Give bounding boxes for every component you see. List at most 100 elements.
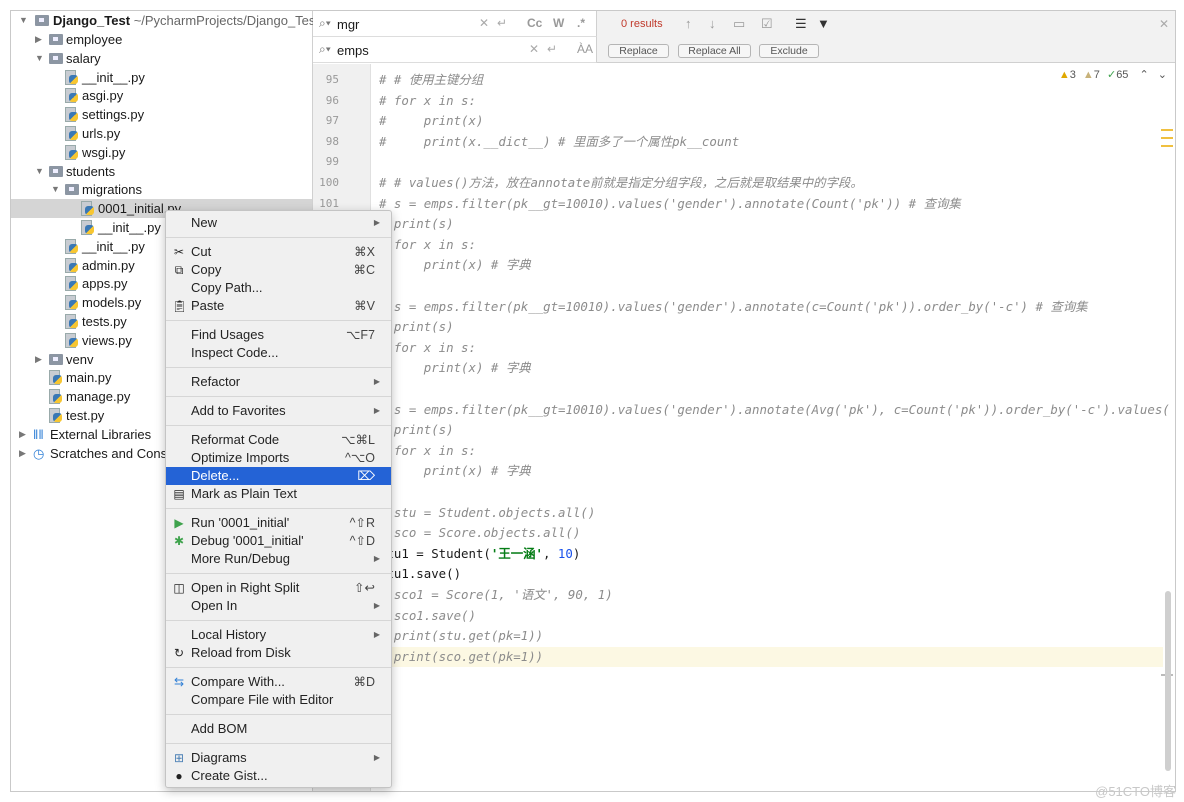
code-line[interactable]: # s = emps.filter(pk__gt=10010).values('… (371, 297, 1163, 318)
tree-item[interactable]: ▶ employee (11, 30, 312, 49)
menu-item-open-in-right-split[interactable]: ◫ Open in Right Split ⇧↩ (166, 579, 391, 597)
code-line[interactable]: # # 使用主键分组 (371, 70, 1163, 91)
chevron-down-icon[interactable]: ▼ (35, 162, 44, 181)
chevron-down-icon[interactable]: ▼ (19, 11, 28, 30)
code-line[interactable]: # print(x) (371, 111, 1163, 132)
code-line[interactable]: # sco1.save() (371, 606, 1163, 627)
find-input[interactable]: mgr (337, 17, 359, 32)
menu-item-reformat-code[interactable]: Reformat Code ⌥⌘L (166, 431, 391, 449)
code-editor[interactable]: # # 使用主键分组 # for x in s: # print(x) # print… (371, 64, 1170, 791)
tree-item[interactable]: ▼ salary (11, 49, 312, 68)
code-line[interactable]: # for x in s: (371, 441, 1163, 462)
close-icon[interactable]: ✕ (1159, 17, 1169, 31)
code-line[interactable]: # # values()方法，放在annotate前就是指定分组字段，之后就是取… (371, 173, 1163, 194)
chevron-right-icon[interactable]: ▶ (35, 350, 42, 369)
code-line[interactable]: # print(x) # 字典 (371, 358, 1163, 379)
menu-item-copy[interactable]: ⧉ Copy ⌘C (166, 261, 391, 279)
menu-item-compare-file-with-editor[interactable]: Compare File with Editor (166, 691, 391, 709)
menu-item-cut[interactable]: ✂ Cut ⌘X (166, 243, 391, 261)
error-stripe-mark[interactable] (1161, 129, 1173, 131)
code-line[interactable] (371, 379, 1163, 400)
clear-icon[interactable]: ✕ (529, 42, 539, 56)
code-line[interactable]: # print(s) (371, 420, 1163, 441)
replace-input[interactable]: emps (337, 43, 369, 58)
code-line[interactable]: # print(x) # 字典 (371, 255, 1163, 276)
menu-item-open-in[interactable]: Open In ▶ (166, 597, 391, 615)
exclude-button[interactable]: Exclude (759, 44, 819, 58)
tree-root[interactable]: ▼ Django_Test ~/PycharmProjects/Django_T… (11, 11, 319, 30)
replace-field[interactable]: ⌕▾ emps ✕ ↵ ÀA (313, 37, 597, 63)
code-line[interactable] (371, 276, 1163, 297)
menu-item-compare-with[interactable]: ⇆ Compare With... ⌘D (166, 673, 391, 691)
select-all-icon[interactable]: ▭ (733, 16, 745, 32)
clear-icon[interactable]: ✕ (479, 16, 489, 30)
chevron-up-icon[interactable]: ⌃ (1140, 69, 1149, 81)
match-case-toggle[interactable]: Cc (527, 16, 542, 30)
error-stripe-mark[interactable] (1161, 145, 1173, 147)
menu-item-local-history[interactable]: Local History ▶ (166, 626, 391, 644)
menu-item-new[interactable]: New ▶ (166, 214, 391, 232)
tree-item[interactable]: asgi.py (11, 86, 312, 105)
code-line[interactable]: # print(x) # 字典 (371, 461, 1163, 482)
menu-item-debug-0001-initial[interactable]: ✱ Debug '0001_initial' ^⇧D (166, 532, 391, 550)
arrow-down-icon[interactable]: ↓ (709, 16, 716, 31)
code-line[interactable]: # sco1 = Score(1, '语文', 90, 1) (371, 585, 1163, 606)
code-line[interactable]: stu1 = Student('王一涵', 10) (371, 544, 1163, 565)
code-line[interactable] (371, 482, 1163, 503)
error-stripe-mark[interactable] (1161, 137, 1173, 139)
tree-item[interactable]: ▼ students (11, 162, 312, 181)
chevron-down-icon[interactable]: ⌄ (1158, 69, 1167, 81)
code-line[interactable]: # for x in s: (371, 338, 1163, 359)
arrow-up-icon[interactable]: ↑ (685, 16, 692, 31)
code-line[interactable]: # print(x.__dict__) # 里面多了一个属性pk__count (371, 132, 1163, 153)
code-line[interactable]: # stu = Student.objects.all() (371, 503, 1163, 524)
code-line[interactable]: # sco = Score.objects.all() (371, 523, 1163, 544)
code-line[interactable]: # for x in s: (371, 91, 1163, 112)
vertical-scrollbar[interactable] (1165, 591, 1171, 771)
chevron-down-icon[interactable]: ▼ (51, 180, 60, 199)
regex-toggle[interactable]: .* (577, 16, 585, 30)
filter-lines-icon[interactable]: ☰ (795, 16, 807, 32)
menu-item-optimize-imports[interactable]: Optimize Imports ^⌥O (166, 449, 391, 467)
tree-item[interactable]: __init__.py (11, 68, 312, 87)
code-line[interactable]: # print(s) (371, 317, 1163, 338)
preserve-case-icon[interactable]: ÀA (577, 42, 593, 56)
menu-item-add-bom[interactable]: Add BOM (166, 720, 391, 738)
menu-item-more-run-debug[interactable]: More Run/Debug ▶ (166, 550, 391, 568)
chevron-right-icon[interactable]: ▶ (19, 425, 26, 444)
chevron-right-icon[interactable]: ▶ (19, 444, 26, 463)
menu-item-run-0001-initial[interactable]: ▶ Run '0001_initial' ^⇧R (166, 514, 391, 532)
replace-all-button[interactable]: Replace All (678, 44, 751, 58)
code-line[interactable]: # for x in s: (371, 235, 1163, 256)
filter-icon[interactable]: ▼ (817, 16, 830, 31)
menu-item-copy-path[interactable]: Copy Path... (166, 279, 391, 297)
tree-item[interactable]: urls.py (11, 124, 312, 143)
menu-item-add-to-favorites[interactable]: Add to Favorites ▶ (166, 402, 391, 420)
code-line[interactable]: # s = emps.filter(pk__gt=10010).values('… (371, 400, 1170, 421)
find-field[interactable]: ⌕▾ mgr ✕ ↵ Cc W .* (313, 11, 597, 37)
chevron-right-icon[interactable]: ▶ (35, 30, 42, 49)
code-line[interactable]: # print(s) (371, 214, 1163, 235)
tree-item[interactable]: ▼ migrations (11, 180, 312, 199)
code-line[interactable]: stu1.save() (371, 564, 1163, 585)
code-line[interactable]: # print(stu.get(pk=1)) (371, 626, 1163, 647)
menu-item-refactor[interactable]: Refactor ▶ (166, 373, 391, 391)
menu-item-delete[interactable]: Delete... ⌦ (166, 467, 391, 485)
menu-item-reload-from-disk[interactable]: ↻ Reload from Disk (166, 644, 391, 662)
menu-item-inspect-code[interactable]: Inspect Code... (166, 344, 391, 362)
newline-icon[interactable]: ↵ (497, 16, 507, 30)
menu-item-paste[interactable]: 📋︎ Paste ⌘V (166, 297, 391, 315)
menu-item-diagrams[interactable]: ⊞ Diagrams ▶ (166, 749, 391, 767)
newline-icon[interactable]: ↵ (547, 42, 557, 56)
chevron-down-icon[interactable]: ▼ (35, 49, 44, 68)
tree-item[interactable]: wsgi.py (11, 143, 312, 162)
menu-item-mark-as-plain-text[interactable]: ▤ Mark as Plain Text (166, 485, 391, 503)
replace-button[interactable]: Replace (608, 44, 669, 58)
inspections-widget[interactable]: ▲3 ▲7 ✓65 ⌃ ⌄ (1059, 68, 1167, 81)
code-line[interactable] (371, 152, 1163, 173)
in-selection-icon[interactable]: ☑ (761, 16, 773, 32)
code-line[interactable]: # print(sco.get(pk=1)) (371, 646, 1163, 668)
words-toggle[interactable]: W (553, 16, 564, 30)
code-line[interactable]: # s = emps.filter(pk__gt=10010).values('… (371, 194, 1163, 215)
menu-item-create-gist[interactable]: ● Create Gist... (166, 767, 391, 785)
